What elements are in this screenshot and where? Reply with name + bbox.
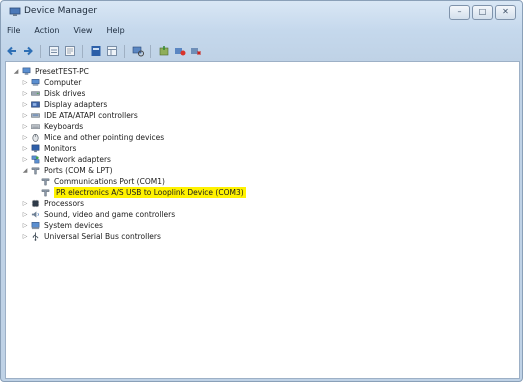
tree-item-ide-controllers[interactable]: ▷ IDE ATA/ATAPI controllers <box>21 110 138 121</box>
tree-item-label: Sound, video and game controllers <box>44 210 176 219</box>
port-icon <box>31 167 40 175</box>
tree-item-sound[interactable]: ▷ Sound, video and game controllers <box>21 209 175 220</box>
toolbar-separator <box>150 44 151 58</box>
expand-arrow-icon[interactable]: ▷ <box>21 123 29 130</box>
tree-item-usb-controllers[interactable]: ▷ Universal Serial Bus controllers <box>21 231 161 242</box>
computer-icon <box>22 67 31 75</box>
display-adapter-icon <box>31 101 40 108</box>
tree-item-keyboards[interactable]: ▷ Keyboards <box>21 121 83 132</box>
expand-arrow-icon[interactable]: ▷ <box>21 145 29 152</box>
expand-arrow-icon[interactable]: ▷ <box>21 156 29 163</box>
tree-item-disk-drives[interactable]: ▷ Disk drives <box>21 88 86 99</box>
tree-item-label: IDE ATA/ATAPI controllers <box>44 111 138 120</box>
tree-item-label: Universal Serial Bus controllers <box>44 232 161 241</box>
sound-icon <box>31 211 39 218</box>
tree-item-com1[interactable]: Communications Port (COM1) <box>41 176 165 187</box>
tree-item-label: Keyboards <box>44 122 84 131</box>
tree-item-label: Disk drives <box>44 89 86 98</box>
toolbar <box>5 42 518 60</box>
uninstall-icon[interactable] <box>189 45 202 58</box>
title-bar[interactable]: Device Manager – □ ✕ <box>1 1 522 23</box>
scan-icon[interactable] <box>131 45 144 58</box>
window-title: Device Manager <box>24 6 98 16</box>
tree-item-label: Network adapters <box>44 155 111 164</box>
minimize-button[interactable]: – <box>449 5 470 20</box>
system-devices-icon <box>31 222 40 230</box>
tree-item-label: Monitors <box>44 144 77 153</box>
expand-arrow-icon[interactable]: ▷ <box>21 112 29 119</box>
computer-icon <box>31 79 40 86</box>
disk-drive-icon <box>31 91 40 96</box>
maximize-button[interactable]: □ <box>472 5 493 20</box>
tree-item-label: PR electronics A/S USB to Looplink Devic… <box>54 187 246 198</box>
mouse-icon <box>32 134 39 142</box>
expand-arrow-icon[interactable]: ▷ <box>21 211 29 218</box>
tree-root[interactable]: ◢ PresetTEST-PC <box>12 66 89 77</box>
expand-arrow-icon[interactable]: ▷ <box>21 79 29 86</box>
collapse-arrow-icon[interactable]: ◢ <box>12 68 20 75</box>
tree-root-label: PresetTEST-PC <box>35 67 89 76</box>
tree-item-label: Mice and other pointing devices <box>44 133 165 142</box>
menu-help[interactable]: Help <box>104 26 126 40</box>
toolbar-separator <box>40 44 41 58</box>
up-icon[interactable] <box>47 45 60 58</box>
tree-item-label: Display adapters <box>44 100 108 109</box>
expand-arrow-icon[interactable]: ▷ <box>21 90 29 97</box>
port-icon <box>41 189 50 197</box>
collapse-arrow-icon[interactable]: ◢ <box>21 167 29 174</box>
tree-item-processors[interactable]: ▷ Processors <box>21 198 84 209</box>
usb-icon <box>32 232 39 241</box>
keyboard-icon <box>31 124 40 130</box>
tree-item-label: Ports (COM & LPT) <box>44 166 113 175</box>
toolbar-separator <box>124 44 125 58</box>
tree-item-label: Communications Port (COM1) <box>54 177 165 186</box>
expand-arrow-icon[interactable]: ▷ <box>21 134 29 141</box>
processor-icon <box>31 199 40 208</box>
tree-item-ports[interactable]: ◢ Ports (COM & LPT) <box>21 165 113 176</box>
properties-icon[interactable] <box>63 45 76 58</box>
device-manager-window: Device Manager – □ ✕ File Action View He… <box>0 0 523 382</box>
menu-action[interactable]: Action <box>32 26 61 40</box>
port-icon <box>41 178 50 186</box>
expand-arrow-icon[interactable]: ▷ <box>21 200 29 207</box>
toolbar-separator <box>82 44 83 58</box>
tree-item-display-adapters[interactable]: ▷ Display adapters <box>21 99 108 110</box>
tree-item-monitors[interactable]: ▷ Monitors <box>21 143 77 154</box>
forward-icon[interactable] <box>21 45 34 58</box>
update-driver-icon[interactable] <box>157 45 170 58</box>
back-icon[interactable] <box>5 45 18 58</box>
network-adapter-icon <box>31 155 40 164</box>
tree-item-com3[interactable]: PR electronics A/S USB to Looplink Devic… <box>41 187 246 198</box>
tree-item-label: System devices <box>44 221 103 230</box>
menu-file[interactable]: File <box>5 26 22 40</box>
expand-arrow-icon[interactable]: ▷ <box>21 101 29 108</box>
device-tree-panel: ◢ PresetTEST-PC ▷ Computer ▷ Disk drives… <box>5 61 520 379</box>
view-icon[interactable] <box>105 45 118 58</box>
tree-item-computer[interactable]: ▷ Computer <box>21 77 82 88</box>
help-icon[interactable] <box>89 45 102 58</box>
device-manager-icon <box>9 7 21 16</box>
tree-item-label: Computer <box>44 78 82 87</box>
tree-item-label: Processors <box>44 199 85 208</box>
tree-item-network-adapters[interactable]: ▷ Network adapters <box>21 154 111 165</box>
tree-item-system-devices[interactable]: ▷ System devices <box>21 220 103 231</box>
tree-item-mice[interactable]: ▷ Mice and other pointing devices <box>21 132 165 143</box>
expand-arrow-icon[interactable]: ▷ <box>21 222 29 229</box>
monitor-icon <box>31 144 40 153</box>
menu-view[interactable]: View <box>71 26 94 40</box>
ide-controller-icon <box>31 113 40 118</box>
menu-bar: File Action View Help <box>5 26 127 40</box>
disable-icon[interactable] <box>173 45 186 58</box>
close-button[interactable]: ✕ <box>495 5 516 20</box>
expand-arrow-icon[interactable]: ▷ <box>21 233 29 240</box>
